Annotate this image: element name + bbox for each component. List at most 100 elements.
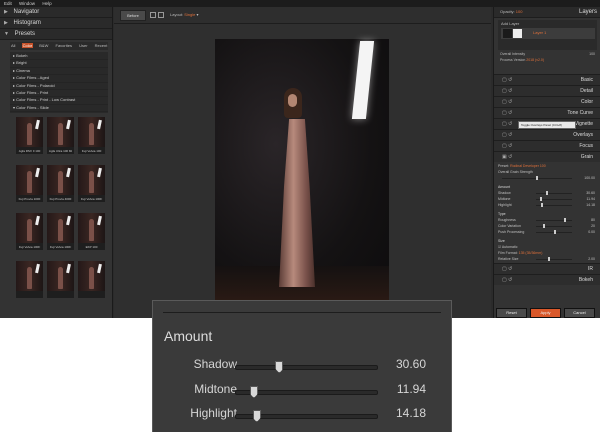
category-item[interactable]: ▸ Cinema — [10, 68, 108, 76]
highlight-track[interactable] — [235, 410, 378, 422]
view-toolbar: Before Layout: Single ▾ — [114, 7, 491, 24]
preset-category-list: ▸ Bokeh ▸ Bright ▸ Cinema ▸ Color Films … — [10, 52, 108, 114]
preset-thumbnail[interactable]: Fuji Velvia 100F — [16, 213, 43, 250]
highlight-value[interactable]: 14.18 — [396, 406, 426, 420]
preset-thumbnail[interactable]: Agfa Ultra 100 Mi — [47, 117, 74, 154]
navigator-header[interactable]: ▶ Navigator Fit 1:1 — [0, 7, 600, 318]
layout-value: Single — [184, 12, 196, 17]
preset-thumbnail[interactable]: Fuji Velvia 100 — [78, 117, 105, 154]
collapse-triangle-icon: ▶ — [4, 20, 8, 26]
toggle-icons[interactable]: ▢ ↺ — [502, 75, 512, 85]
tab-user[interactable]: User — [78, 43, 88, 48]
category-item[interactable]: ▸ Color Films - Print — [10, 90, 108, 98]
presets-title: Presets — [14, 31, 35, 37]
toggle-icons[interactable]: ▢ ↺ — [502, 275, 512, 285]
process-version-row[interactable]: Process Version 2018 (v2.0) — [500, 58, 595, 63]
before-button[interactable]: Before — [120, 10, 146, 21]
add-layer-button[interactable]: Add Layer — [501, 21, 519, 26]
application-window: Edit Window Help ▶ Navigator Fit 1:1 ▶ H… — [0, 0, 600, 318]
compare-view-icon[interactable] — [150, 12, 156, 18]
tab-bw[interactable]: B&W — [38, 43, 49, 48]
zoom-midtone-slider-row[interactable]: Midtone 11.94 — [153, 382, 451, 400]
preset-thumbnail[interactable]: Fuji Velvia 100F — [47, 213, 74, 250]
midtone-slider-knob[interactable] — [249, 386, 258, 398]
preset-thumbnail[interactable] — [78, 261, 105, 298]
category-item[interactable]: ▾ Color Films - Slide — [10, 105, 108, 113]
collapse-triangle-icon: ▶ — [4, 9, 8, 15]
navigator-title: Navigator — [13, 9, 40, 15]
layout-selector[interactable]: Layout: Single ▾ — [170, 10, 199, 20]
highlight-slider[interactable]: Highlight 14.18 — [498, 202, 597, 208]
cancel-button[interactable]: Cancel — [564, 308, 595, 318]
toggle-icons[interactable]: ▣ ↺ — [502, 152, 512, 162]
category-item[interactable]: ▸ Color Films - Polaroid — [10, 83, 108, 91]
category-item[interactable]: ▸ Bright — [10, 60, 108, 68]
expand-triangle-icon: ▼ — [4, 31, 9, 37]
section-color[interactable]: ▢ ↺ Color — [494, 96, 600, 107]
section-grain[interactable]: ▣ ↺ Grain — [494, 151, 600, 162]
shadow-value[interactable]: 30.60 — [396, 357, 426, 371]
layer-name: Layer 1 — [533, 30, 547, 35]
preset-thumbnail[interactable]: Fuji Provia 100F — [16, 165, 43, 202]
layer-thumbnail — [503, 29, 512, 38]
zoom-highlight-slider-row[interactable]: Highlight 14.18 — [153, 406, 451, 424]
preset-thumbnail[interactable] — [16, 261, 43, 298]
section-bokeh[interactable]: ▢ ↺ Bokeh — [494, 274, 600, 285]
toggle-icons[interactable]: ▢ ↺ — [502, 86, 512, 96]
overall-intensity-row[interactable]: Overall Intensity 100 — [500, 52, 595, 57]
midtone-track[interactable] — [235, 386, 378, 398]
grain-panel: Preset: Rodinal Developer 100 Overall Gr… — [494, 162, 600, 263]
section-basic[interactable]: ▢ ↺ Basic — [494, 74, 600, 85]
amount-zoom-inset: Amount Shadow 30.60 Midtone 11.94 Highli… — [152, 300, 452, 432]
menu-help[interactable]: Help — [42, 1, 51, 6]
menu-window[interactable]: Window — [19, 1, 35, 6]
layer-row[interactable]: Layer 1 — [501, 28, 595, 39]
section-focus[interactable]: ▢ ↺ Focus — [494, 140, 600, 151]
layers-list: Add Layer Layer 1 — [498, 20, 597, 50]
section-ir[interactable]: ▢ ↺ IR — [494, 263, 600, 274]
tab-color[interactable]: Color — [21, 43, 34, 48]
toggle-icons[interactable]: ▢ ↺ — [502, 130, 512, 140]
push-processing-slider[interactable]: Push Processing 0.00 — [498, 229, 597, 235]
preset-thumbnail[interactable]: Fuji Velvia 100F — [78, 165, 105, 202]
section-overlays[interactable]: ▢ ↺ Overlays — [494, 129, 600, 140]
toggle-icons[interactable]: ▢ ↺ — [502, 264, 512, 274]
apply-button[interactable]: Apply — [530, 308, 561, 318]
preset-thumbnail[interactable]: Fuji Provia 400F — [47, 165, 74, 202]
histogram-title: Histogram — [13, 20, 41, 26]
highlight-slider-knob[interactable] — [252, 410, 261, 422]
presets-header[interactable]: ▼ Presets — [0, 29, 112, 40]
tab-recent[interactable]: Recent — [94, 43, 109, 48]
category-item[interactable]: ▸ Bokeh — [10, 53, 108, 61]
right-panel: Opacity: 100 Layers Add Layer Layer 1 Ov… — [493, 7, 600, 318]
category-item[interactable]: ▸ Color Films - Aged — [10, 75, 108, 83]
overall-grain-slider[interactable]: 100.00 — [498, 175, 597, 181]
image-canvas[interactable] — [114, 24, 491, 318]
toggle-icons[interactable]: ▢ ↺ — [502, 119, 512, 129]
menu-bar: Edit Window Help — [0, 0, 600, 7]
zoom-shadow-slider-row[interactable]: Shadow 30.60 — [153, 357, 451, 375]
layout-label: Layout: — [170, 12, 184, 17]
section-tone-curve[interactable]: ▢ ↺ Tone Curve — [494, 107, 600, 118]
preset-thumbnail[interactable]: EKP 100 — [78, 213, 105, 250]
toggle-icons[interactable]: ▢ ↺ — [502, 108, 512, 118]
shadow-slider-knob[interactable] — [275, 361, 284, 373]
overlays-tooltip: Toggle Overlays Panel (Ctrl+8) — [518, 121, 576, 129]
preset-thumbnail[interactable]: Agfa RSX II 100 — [16, 117, 43, 154]
shadow-track[interactable] — [235, 361, 378, 373]
menu-edit[interactable]: Edit — [4, 1, 12, 6]
reset-button[interactable]: Reset — [496, 308, 527, 318]
preset-thumbnail[interactable] — [47, 261, 74, 298]
opacity-control[interactable]: Opacity: 100 — [500, 7, 522, 17]
category-item[interactable]: ▸ Color Films - Print - Low Contrast — [10, 97, 108, 105]
tab-all[interactable]: All — [10, 43, 16, 48]
toggle-icons[interactable]: ▢ ↺ — [502, 141, 512, 151]
relative-size-slider[interactable]: Relative Size 2.00 — [498, 256, 597, 262]
midtone-value[interactable]: 11.94 — [397, 382, 426, 396]
histogram-header[interactable]: ▶ Histogram — [0, 18, 112, 29]
amount-heading: Amount — [164, 328, 213, 344]
section-detail[interactable]: ▢ ↺ Detail — [494, 85, 600, 96]
toggle-icons[interactable]: ▢ ↺ — [502, 97, 512, 107]
split-view-icon[interactable] — [158, 12, 164, 18]
tab-favorites[interactable]: Favorites — [55, 43, 73, 48]
